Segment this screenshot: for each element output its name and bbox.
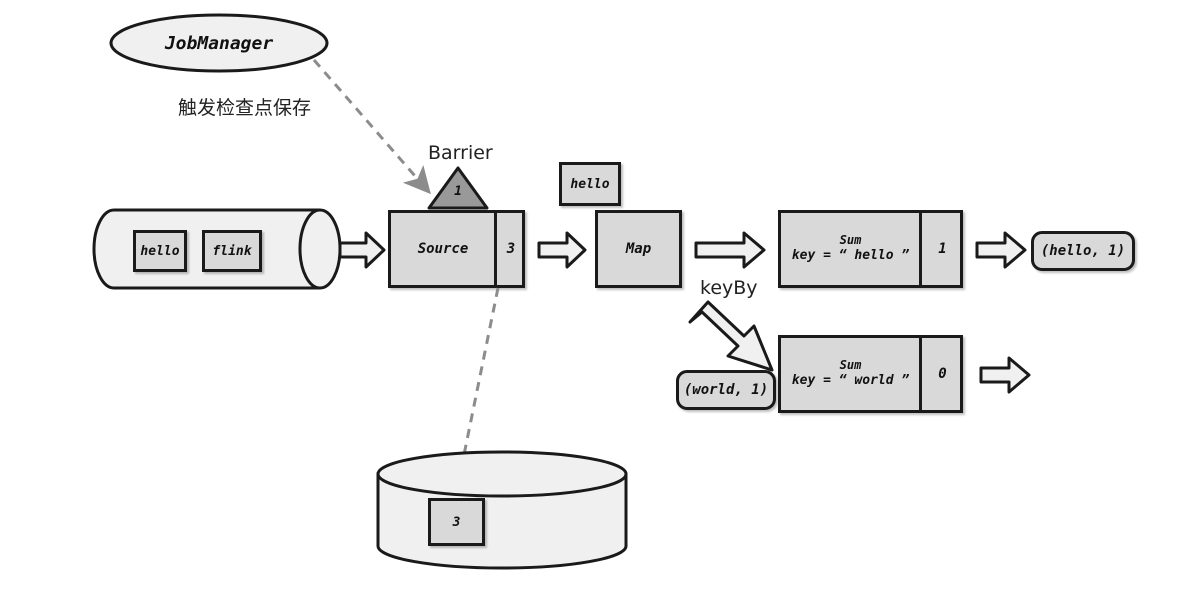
keyby-label: keyBy <box>700 277 758 299</box>
stream-record-0-label: hello <box>140 243 180 259</box>
arrow-map-to-sum-hello <box>694 231 766 269</box>
state-backend-cylinder <box>375 450 630 570</box>
source-operator-name: Source <box>417 241 469 257</box>
jobmanager-node[interactable]: JobManager <box>108 12 330 74</box>
arrow-sum-hello-to-output <box>975 231 1027 269</box>
barrier-caption: Barrier <box>428 142 493 164</box>
stream-record-0: hello <box>133 230 187 272</box>
arrow-sum-world-output <box>979 356 1031 394</box>
map-operator[interactable]: Map <box>595 210 682 288</box>
stream-record-1-label: flink <box>212 243 252 259</box>
trigger-checkpoint-label: 触发检查点保存 <box>178 97 312 119</box>
state-backend-snapshot-label: 3 <box>452 514 461 530</box>
arrow-keyby-diagonal <box>688 300 774 372</box>
source-operator-state: 3 <box>506 241 516 257</box>
arrow-source-to-map <box>537 231 587 269</box>
state-backend-snapshot: 3 <box>428 498 485 546</box>
jobmanager-label: JobManager <box>164 32 274 54</box>
sum-operator-hello-key: key = “ hello ” <box>791 248 910 264</box>
sum-operator-world-state: 0 <box>938 366 947 382</box>
arrow-stream-to-source <box>338 231 386 269</box>
keyed-input-record-world-label: (world, 1) <box>683 382 769 398</box>
sum-operator-world-key: key = “ world ” <box>791 373 910 389</box>
sum-operator-hello-body: Sum key = “ hello ” <box>781 210 920 288</box>
output-record-hello-label: (hello, 1) <box>1040 243 1126 259</box>
map-operator-name: Map <box>625 241 652 257</box>
stream-record-1: flink <box>202 230 262 272</box>
barrier-marker[interactable]: 1 <box>426 166 490 211</box>
trigger-checkpoint-arrow <box>312 59 431 195</box>
barrier-value: 1 <box>454 184 462 199</box>
sum-operator-hello-state: 1 <box>938 241 947 257</box>
keyed-input-record-world: (world, 1) <box>676 370 776 410</box>
state-backend-cylinder-icon <box>376 450 628 570</box>
sum-operator-world-title: Sum <box>839 358 862 373</box>
sum-operator-world-body: Sum key = “ world ” <box>781 335 920 413</box>
sum-operator-hello-title: Sum <box>839 233 862 248</box>
map-input-record-label: hello <box>570 176 610 192</box>
diagram-canvas: JobManager 触发检查点保存 Barrier 1 hello flink <box>0 0 1203 596</box>
map-input-record: hello <box>559 162 621 206</box>
output-record-hello: (hello, 1) <box>1031 231 1135 271</box>
